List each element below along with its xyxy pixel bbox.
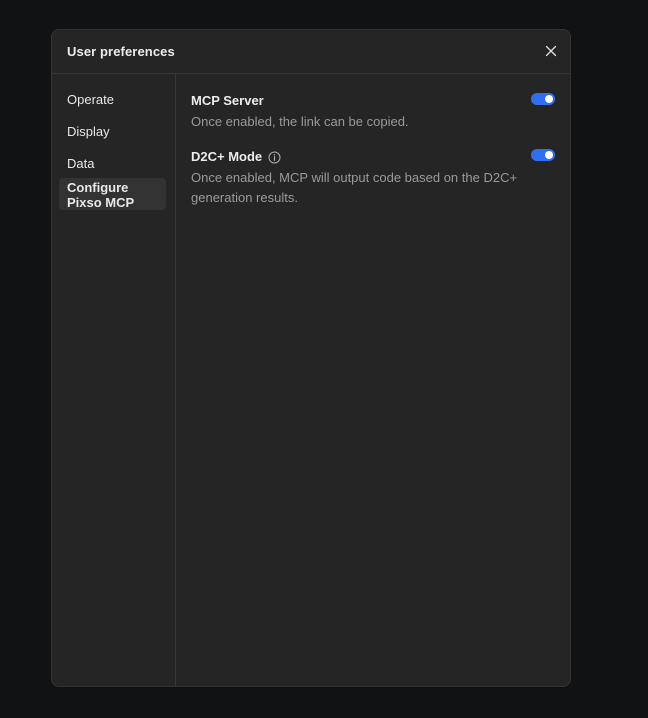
sidebar-item-data[interactable]: Data xyxy=(59,156,166,172)
toggle-knob xyxy=(545,151,553,159)
sidebar-item-label: Data xyxy=(67,156,95,171)
setting-title: D2C+ Mode xyxy=(191,149,555,165)
close-button[interactable] xyxy=(542,42,560,60)
sidebar-item-operate[interactable]: Operate xyxy=(59,92,166,108)
user-preferences-dialog: User preferences Operate Display Data Co… xyxy=(51,29,571,687)
d2c-mode-toggle[interactable] xyxy=(531,149,555,161)
setting-title-text: MCP Server xyxy=(191,93,264,108)
sidebar-item-label: Operate xyxy=(67,92,114,107)
dialog-title: User preferences xyxy=(67,44,175,59)
dialog-header: User preferences xyxy=(52,30,570,74)
info-icon[interactable] xyxy=(268,151,281,164)
setting-description: Once enabled, MCP will output code based… xyxy=(191,170,518,205)
setting-description: Once enabled, the link can be copied. xyxy=(191,114,409,129)
setting-mcp-server: MCP Server Once enabled, the link can be… xyxy=(191,93,555,132)
setting-d2c-mode: D2C+ Mode Once enabled, MCP will output … xyxy=(191,149,555,208)
settings-content: MCP Server Once enabled, the link can be… xyxy=(176,74,570,686)
setting-title: MCP Server xyxy=(191,93,555,109)
mcp-server-toggle[interactable] xyxy=(531,93,555,105)
sidebar-item-label: Display xyxy=(67,124,110,139)
sidebar-item-display[interactable]: Display xyxy=(59,124,166,140)
setting-title-text: D2C+ Mode xyxy=(191,149,263,164)
sidebar-item-label: Configure Pixso MCP xyxy=(67,180,135,210)
close-icon xyxy=(545,45,557,57)
toggle-knob xyxy=(545,95,553,103)
sidebar-item-configure-pixso-mcp[interactable]: Configure Pixso MCP xyxy=(59,178,166,210)
preferences-sidebar: Operate Display Data Configure Pixso MCP xyxy=(52,74,176,686)
